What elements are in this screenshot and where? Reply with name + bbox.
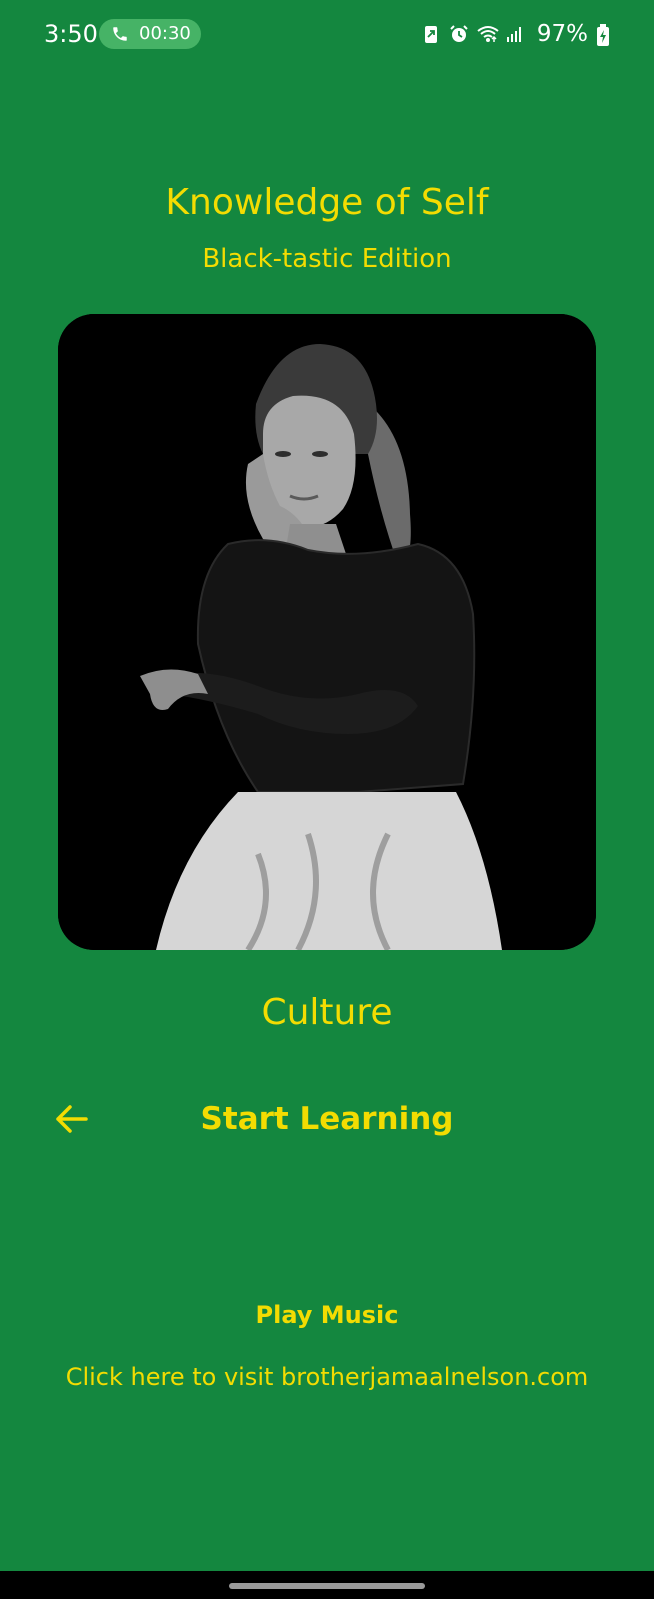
arrow-left-icon[interactable] (52, 1100, 90, 1138)
phone-icon (111, 25, 129, 43)
portrait-photo (58, 314, 596, 950)
app-subtitle: Black-tastic Edition (202, 244, 452, 274)
call-timer: 00:30 (139, 23, 191, 44)
battery-charging-icon (596, 24, 610, 46)
visit-website-row: Click here to visit brotherjamaalnelson.… (0, 1360, 654, 1394)
navigation-bar (0, 1571, 654, 1599)
battery-percent: 97% (536, 21, 588, 47)
app-title: Knowledge of Self (165, 182, 489, 223)
home-gesture-handle[interactable] (229, 1583, 425, 1589)
play-music-button[interactable]: Play Music (256, 1301, 399, 1329)
battery-saver-icon (421, 24, 441, 44)
status-icons: 97% (421, 18, 610, 50)
featured-photo (58, 314, 596, 950)
signal-icon (505, 24, 525, 44)
ongoing-call-chip[interactable]: 00:30 (99, 19, 201, 49)
start-learning-row: Start Learning (0, 1097, 654, 1141)
wifi-icon (477, 24, 499, 44)
start-learning-button[interactable]: Start Learning (201, 1101, 454, 1137)
visit-website-link[interactable]: Click here to visit brotherjamaalnelson.… (66, 1363, 589, 1391)
status-bar: 3:50 00:30 97% (0, 0, 654, 70)
alarm-icon (449, 24, 469, 44)
status-time: 3:50 (44, 20, 98, 48)
play-music-row: Play Music (0, 1298, 654, 1332)
category-label: Culture (261, 992, 393, 1033)
